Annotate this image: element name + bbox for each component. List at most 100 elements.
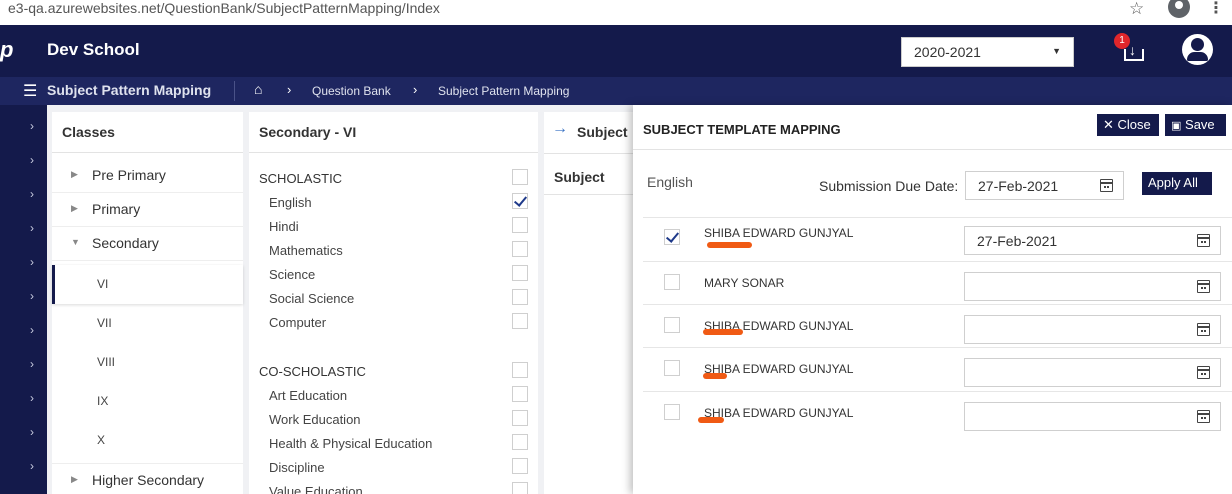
group-co-scholastic: CO-SCHOLASTIC [259, 364, 366, 379]
class-sub-item-viii[interactable]: VIII [52, 343, 243, 382]
class-item-label: Higher Secondary [92, 472, 205, 488]
class-item-pre-primary[interactable]: ▶ Pre Primary [52, 159, 243, 193]
url-text[interactable]: e3-qa.azurewebsites.net/QuestionBank/Sub… [8, 0, 440, 16]
subject-checkbox-value-education[interactable] [512, 482, 528, 494]
subject-checkbox-work-education[interactable] [512, 410, 528, 426]
subject-row-discipline: Discipline [269, 460, 529, 475]
student-checkbox[interactable] [664, 360, 680, 376]
student-date-input[interactable] [964, 358, 1221, 387]
class-sub-item-vii[interactable]: VII [52, 304, 243, 343]
subject-label: Hindi [269, 219, 299, 234]
save-button[interactable]: ▣ Save [1165, 114, 1226, 136]
class-item-label: Pre Primary [92, 167, 166, 183]
student-date-input[interactable] [964, 272, 1221, 301]
class-item-label: Secondary [92, 235, 159, 251]
user-avatar[interactable] [1182, 34, 1213, 65]
academic-year-select[interactable]: 2020-2021 ▼ [901, 37, 1074, 67]
redaction-mark [707, 242, 752, 248]
calendar-icon[interactable] [1197, 323, 1210, 336]
download-tray [1124, 49, 1144, 61]
class-item-label: Primary [92, 201, 141, 217]
subject-panel-title: Subject [577, 124, 628, 140]
breadcrumb-subject-pattern-mapping: Subject Pattern Mapping [438, 84, 570, 98]
student-date-input[interactable] [964, 315, 1221, 344]
close-button-label: Close [1117, 117, 1151, 132]
rail-expand-icon[interactable]: › [30, 221, 34, 235]
class-sub-item-ix[interactable]: IX [52, 382, 243, 421]
due-date-input[interactable]: 27-Feb-2021 [965, 171, 1124, 200]
subject-checkbox-social-science[interactable] [512, 289, 528, 305]
calendar-icon[interactable] [1197, 366, 1210, 379]
close-button[interactable]: ✕ Close [1097, 114, 1159, 136]
rail-expand-icon[interactable]: › [30, 357, 34, 371]
rail-expand-icon[interactable]: › [30, 391, 34, 405]
class-sub-item-vi[interactable]: VI [52, 265, 243, 304]
class-item-secondary[interactable]: ▼ Secondary [52, 227, 243, 261]
subject-row-hindi: Hindi [269, 219, 529, 234]
school-name: Dev School [47, 40, 140, 59]
row-divider [643, 261, 1232, 262]
home-icon[interactable]: ⌂ [254, 81, 262, 97]
subject-checkbox-science[interactable] [512, 265, 528, 281]
subject-label: Discipline [269, 460, 325, 475]
rail-expand-icon[interactable]: › [30, 425, 34, 439]
student-date-input[interactable] [964, 402, 1221, 431]
student-checkbox[interactable] [664, 229, 680, 245]
class-sub-item-label: VIII [97, 355, 116, 369]
class-item-higher-secondary[interactable]: ▶ Higher Secondary [52, 463, 243, 494]
student-date-value: 27-Feb-2021 [977, 233, 1058, 249]
breadcrumb-question-bank[interactable]: Question Bank [312, 84, 391, 98]
subject-checkbox-discipline[interactable] [512, 458, 528, 474]
class-item-primary[interactable]: ▶ Primary [52, 193, 243, 227]
subject-label: Mathematics [269, 243, 343, 258]
app-header: p Dev School 2020-2021 ▼ 1 ↓ [0, 25, 1232, 77]
divider [544, 194, 636, 195]
calendar-icon[interactable] [1197, 410, 1210, 423]
rail-expand-icon[interactable]: › [30, 153, 34, 167]
hamburger-menu-icon[interactable]: ☰ [23, 81, 37, 101]
download-button[interactable]: 1 ↓ [1114, 33, 1146, 63]
class-sub-item-label: VI [97, 277, 109, 291]
student-checkbox[interactable] [664, 404, 680, 420]
subject-checkbox-mathematics[interactable] [512, 241, 528, 257]
student-checkbox[interactable] [664, 274, 680, 290]
left-nav-rail: › › › › › › › › › › › [0, 105, 47, 494]
subject-checkbox-computer[interactable] [512, 313, 528, 329]
browser-menu-icon[interactable]: ⋮ [1208, 0, 1224, 18]
class-sub-item-label: VII [97, 316, 112, 330]
subject-checkbox-hindi[interactable] [512, 217, 528, 233]
subject-label: Value Education [269, 484, 363, 494]
download-badge: 1 [1114, 33, 1130, 49]
apply-all-button[interactable]: Apply All [1142, 172, 1212, 195]
subject-checkbox-health-physical-education[interactable] [512, 434, 528, 450]
rail-expand-icon[interactable]: › [30, 119, 34, 133]
rail-expand-icon[interactable]: › [30, 255, 34, 269]
apply-all-label: Apply All [1148, 175, 1198, 190]
student-name: SHIBA EDWARD GUNJYAL [704, 226, 854, 240]
breadcrumb-bar: ☰ Subject Pattern Mapping ⌂ › Question B… [0, 77, 1232, 105]
group-co-scholastic-checkbox[interactable] [512, 362, 528, 378]
student-date-input[interactable]: 27-Feb-2021 [964, 226, 1221, 255]
subject-checkbox-english[interactable] [512, 193, 528, 209]
student-checkbox[interactable] [664, 317, 680, 333]
divider [544, 153, 636, 154]
arrow-right-icon: → [552, 120, 568, 137]
group-scholastic-checkbox[interactable] [512, 169, 528, 185]
rail-expand-icon[interactable]: › [30, 459, 34, 473]
bookmark-star-icon[interactable]: ☆ [1129, 0, 1144, 19]
save-icon: ▣ [1171, 120, 1182, 132]
redaction-mark [698, 417, 724, 423]
selected-subject-label: English [647, 174, 693, 190]
class-sub-item-x[interactable]: X [52, 421, 243, 460]
rail-expand-icon[interactable]: › [30, 187, 34, 201]
rail-expand-icon[interactable]: › [30, 323, 34, 337]
caret-right-icon: ▶ [71, 169, 78, 179]
redaction-mark [703, 373, 727, 379]
rail-expand-icon[interactable]: › [30, 289, 34, 303]
calendar-icon[interactable] [1197, 280, 1210, 293]
browser-account-icon[interactable] [1168, 0, 1190, 18]
calendar-icon[interactable] [1100, 179, 1113, 192]
classes-panel: Classes ▶ Pre Primary ▶ Primary ▼ Second… [52, 112, 243, 494]
subject-checkbox-art-education[interactable] [512, 386, 528, 402]
calendar-icon[interactable] [1197, 234, 1210, 247]
